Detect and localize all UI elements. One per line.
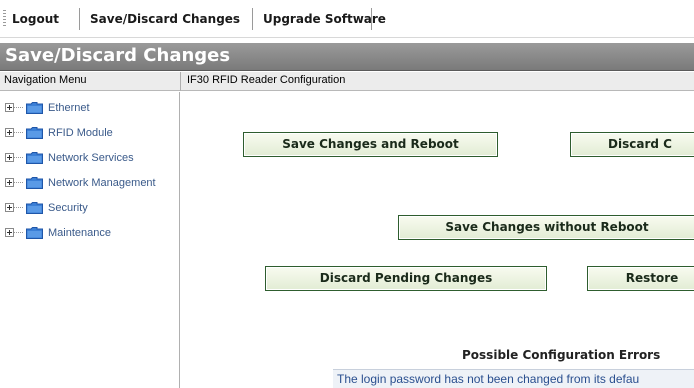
expand-plus-icon[interactable] — [5, 203, 14, 212]
nav-item-ethernet[interactable]: Ethernet — [0, 99, 179, 117]
folder-icon — [26, 202, 43, 214]
tree-connector — [14, 157, 24, 158]
main-content: Save Changes and Reboot Discard C Save C… — [181, 92, 694, 388]
save-changes-without-reboot-button[interactable]: Save Changes without Reboot — [398, 215, 694, 240]
expand-plus-icon[interactable] — [5, 128, 14, 137]
upgrade-software-button[interactable]: Upgrade Software — [263, 9, 386, 29]
folder-icon — [26, 152, 43, 164]
config-error-text: The login password has not been changed … — [337, 372, 640, 386]
nav-item-rfid-module[interactable]: RFID Module — [0, 124, 179, 142]
folder-icon — [26, 102, 43, 114]
tree-connector — [14, 182, 24, 183]
folder-icon — [26, 127, 43, 139]
toolbar-grip-icon[interactable] — [3, 10, 6, 26]
tree-connector — [14, 232, 24, 233]
nav-item-label: Network Management — [48, 177, 156, 189]
panel-header-row: Navigation Menu IF30 RFID Reader Configu… — [0, 72, 694, 91]
expand-plus-icon[interactable] — [5, 228, 14, 237]
expand-plus-icon[interactable] — [5, 153, 14, 162]
tree-connector — [14, 207, 24, 208]
page-title-banner: Save/Discard Changes — [0, 43, 694, 71]
folder-icon — [26, 177, 43, 189]
nav-item-label: Ethernet — [48, 102, 90, 114]
tree-connector — [14, 132, 24, 133]
panel-divider — [180, 72, 181, 91]
toolbar-separator — [79, 8, 80, 30]
logout-button[interactable]: Logout — [12, 9, 59, 29]
top-toolbar: Logout Save/Discard Changes Upgrade Soft… — [0, 0, 694, 38]
expand-plus-icon[interactable] — [5, 103, 14, 112]
content-header: IF30 RFID Reader Configuration — [187, 74, 346, 86]
nav-item-label: Maintenance — [48, 227, 111, 239]
nav-menu-header: Navigation Menu — [4, 74, 87, 86]
config-errors-title: Possible Configuration Errors — [462, 348, 661, 362]
tree-connector — [14, 107, 24, 108]
discard-changes-button[interactable]: Discard C — [570, 132, 694, 157]
expand-plus-icon[interactable] — [5, 178, 14, 187]
nav-item-network-management[interactable]: Network Management — [0, 174, 179, 192]
page-title: Save/Discard Changes — [5, 45, 231, 66]
folder-icon — [26, 227, 43, 239]
nav-item-network-services[interactable]: Network Services — [0, 149, 179, 167]
config-error-item: The login password has not been changed … — [333, 369, 694, 388]
toolbar-separator — [371, 8, 372, 30]
nav-item-label: RFID Module — [48, 127, 113, 139]
discard-pending-changes-button[interactable]: Discard Pending Changes — [265, 266, 547, 291]
toolbar-separator — [252, 8, 253, 30]
restore-button[interactable]: Restore — [587, 266, 694, 291]
save-discard-changes-button[interactable]: Save/Discard Changes — [90, 9, 240, 29]
save-changes-and-reboot-button[interactable]: Save Changes and Reboot — [243, 132, 498, 157]
nav-item-label: Security — [48, 202, 88, 214]
nav-item-maintenance[interactable]: Maintenance — [0, 224, 179, 242]
nav-item-security[interactable]: Security — [0, 199, 179, 217]
toolbar-divider — [0, 37, 694, 38]
navigation-sidebar: Ethernet RFID Module Network Services Ne… — [0, 92, 180, 388]
app-window: Logout Save/Discard Changes Upgrade Soft… — [0, 0, 694, 388]
nav-item-label: Network Services — [48, 152, 134, 164]
